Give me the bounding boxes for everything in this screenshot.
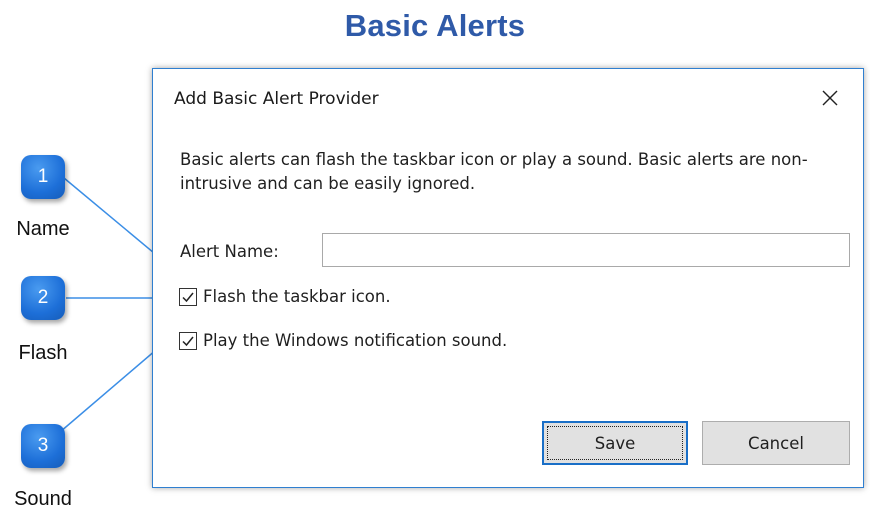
dialog-description: Basic alerts can flash the taskbar icon … <box>180 150 808 193</box>
callout-badge-1: 1 <box>21 155 65 199</box>
callout-label-name: Name <box>16 218 70 240</box>
flash-checkbox-label: Flash the taskbar icon. <box>203 287 391 306</box>
sound-checkbox-label: Play the Windows notification sound. <box>203 331 508 350</box>
callout-badge-3: 3 <box>21 424 65 468</box>
close-button[interactable] <box>813 83 847 113</box>
close-icon <box>822 90 838 106</box>
alert-name-input[interactable] <box>322 233 850 267</box>
checkmark-icon <box>182 292 194 302</box>
cancel-button[interactable]: Cancel <box>702 421 850 465</box>
cancel-button-label: Cancel <box>748 433 804 453</box>
alert-name-label: Alert Name: <box>180 242 279 261</box>
callout-badge-2: 2 <box>21 276 65 320</box>
save-button[interactable]: Save <box>542 421 688 465</box>
flash-taskbar-checkbox[interactable]: Flash the taskbar icon. <box>179 287 391 306</box>
dialog-title: Add Basic Alert Provider <box>174 89 379 109</box>
checkmark-icon <box>182 336 194 346</box>
play-sound-checkbox[interactable]: Play the Windows notification sound. <box>179 331 507 350</box>
callout-label-flash: Flash <box>18 342 68 364</box>
page-title: Basic Alerts <box>344 8 526 43</box>
add-alert-dialog: Add Basic Alert Provider Basic alerts ca… <box>152 68 864 488</box>
sound-checkbox-box[interactable] <box>179 331 197 350</box>
flash-checkbox-box[interactable] <box>179 287 197 306</box>
callout-label-sound: Sound <box>14 488 72 510</box>
focus-ring <box>547 426 683 460</box>
